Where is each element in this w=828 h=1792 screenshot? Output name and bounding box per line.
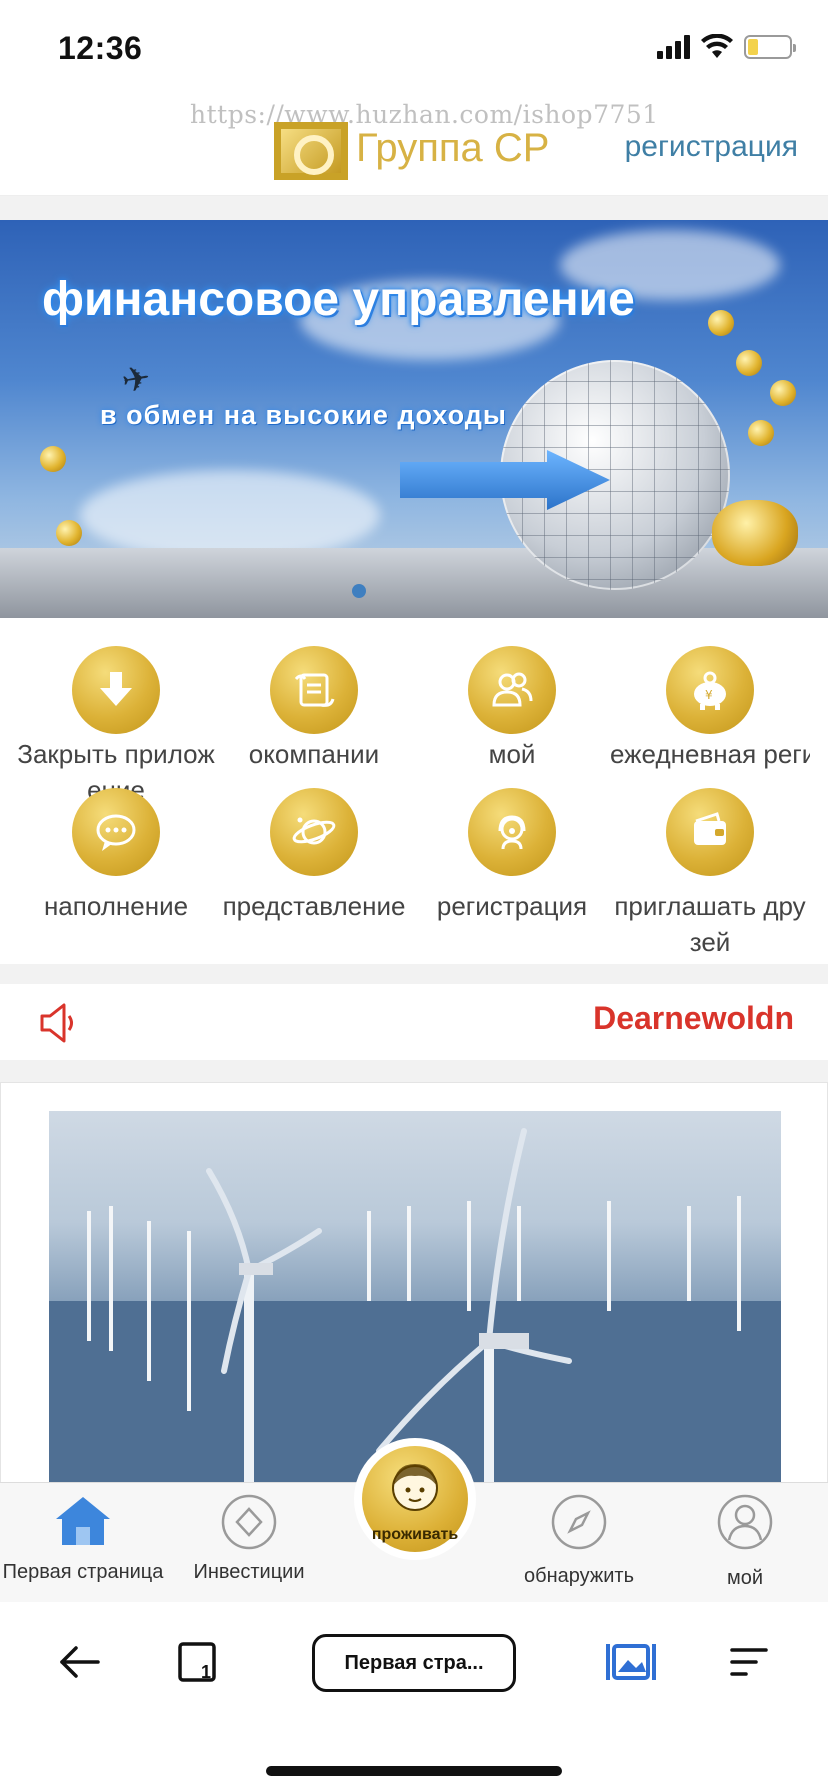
- battery-level: [748, 39, 758, 55]
- planet-icon: [270, 788, 358, 876]
- promo-banner[interactable]: ✈ финансовое управление в обмен на высок…: [0, 220, 828, 618]
- user-icon: [716, 1493, 774, 1556]
- browser-toolbar: 1 Первая стра...: [0, 1602, 828, 1792]
- banner-subtitle: в обмен на высокие доходы: [100, 400, 507, 430]
- tab-home[interactable]: Первая страница: [0, 1483, 166, 1603]
- tab-my[interactable]: мой: [662, 1483, 828, 1603]
- section-divider: [0, 1060, 828, 1082]
- feature-menu: Закрыть приложение окомпании мой ¥ ежедн…: [0, 618, 828, 964]
- users-icon: [468, 646, 556, 734]
- svg-text:¥: ¥: [705, 688, 713, 702]
- banner-title: финансовое управление: [42, 273, 635, 326]
- chat-bubble-icon: [72, 788, 160, 876]
- battery-icon: [744, 35, 796, 59]
- tabs-icon[interactable]: 1: [174, 1632, 220, 1697]
- live-support-label: проживать: [371, 1526, 459, 1543]
- piggy-bank-icon: ¥: [666, 646, 754, 734]
- home-indicator[interactable]: [266, 1766, 562, 1776]
- back-arrow-icon[interactable]: [56, 1632, 102, 1697]
- announcement-text: Dearnewoldn: [593, 1000, 794, 1036]
- wifi-icon: [701, 34, 733, 58]
- wind-turbines-image: [49, 1111, 781, 1483]
- compass-icon: [550, 1493, 608, 1556]
- section-divider: [0, 196, 828, 220]
- register-link[interactable]: регистрация: [625, 130, 798, 164]
- carousel-dot-active[interactable]: [352, 584, 366, 598]
- tab-discover[interactable]: обнаружить: [496, 1483, 662, 1603]
- download-arrow-icon: [72, 646, 160, 734]
- speaker-icon: [38, 1002, 78, 1049]
- wallet-icon: [666, 788, 754, 876]
- section-divider: [0, 964, 828, 984]
- piggy-bank-graphic: [712, 500, 798, 566]
- home-icon: [54, 1495, 112, 1552]
- status-time: 12:36: [58, 30, 143, 66]
- app-header: https://www.huzhan.com/ishop7751 Группа …: [0, 96, 828, 196]
- news-card[interactable]: [0, 1082, 828, 1483]
- gallery-icon[interactable]: [604, 1632, 656, 1697]
- support-agent-icon: [468, 788, 556, 876]
- agent-avatar-icon: проживать: [362, 1446, 468, 1552]
- airplane-icon: ✈: [118, 358, 154, 402]
- svg-text:1: 1: [201, 1662, 211, 1682]
- cellular-signal-icon: [657, 35, 690, 59]
- logo-text: Группа CP: [356, 126, 550, 170]
- live-support-button[interactable]: проживать: [354, 1438, 476, 1560]
- address-bar[interactable]: Первая стра...: [312, 1634, 516, 1692]
- status-bar: 12:36: [0, 0, 828, 96]
- scroll-icon: [270, 646, 358, 734]
- logo-icon: [274, 122, 348, 180]
- menu-lines-icon[interactable]: [726, 1632, 772, 1697]
- announcement-bar[interactable]: Dearnewoldn: [0, 984, 828, 1060]
- status-indicators: [657, 34, 796, 60]
- diamond-icon: [220, 1493, 278, 1556]
- watermark-url: https://www.huzhan.com/ishop7751: [190, 100, 659, 129]
- tab-investments[interactable]: Инвестиции: [166, 1483, 332, 1603]
